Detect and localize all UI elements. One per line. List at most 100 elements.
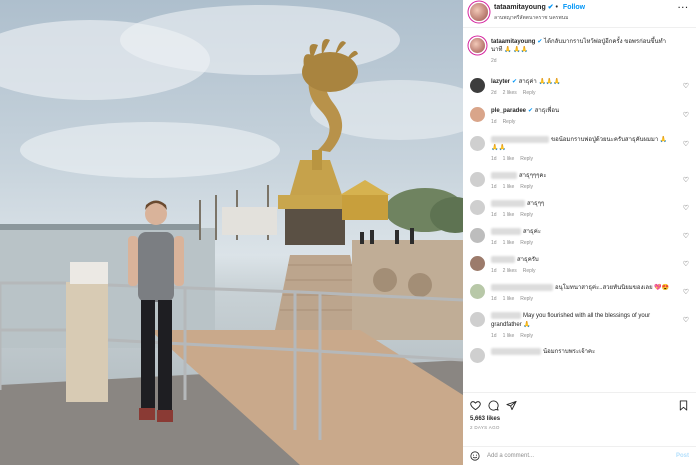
comment-likes[interactable]: 1 like bbox=[503, 156, 515, 162]
more-options-icon[interactable]: ··· bbox=[678, 3, 689, 12]
comment-text: น้อมกราบพระเจ้าคะ bbox=[543, 348, 596, 355]
bookmark-icon[interactable] bbox=[678, 399, 689, 411]
comment-avatar[interactable] bbox=[470, 172, 485, 188]
comment-avatar[interactable] bbox=[470, 312, 485, 328]
comment-item: สาธุครับ 1d 2 likes Reply ♡ bbox=[470, 256, 689, 275]
comment-like-icon[interactable]: ♡ bbox=[683, 260, 689, 268]
post-header: tataamitayoung ✔ • Follow ลานพญาศรีสัตตน… bbox=[463, 0, 696, 28]
reply-button[interactable]: Reply bbox=[520, 156, 533, 162]
comment-time: 1d bbox=[491, 296, 497, 303]
redacted-username bbox=[491, 172, 517, 180]
author-avatar[interactable] bbox=[470, 3, 488, 21]
caption-time: 2d bbox=[491, 58, 497, 64]
reply-button[interactable]: Reply bbox=[520, 184, 533, 190]
comment-text: อนุโมทนาสาธุค่ะ..สวยทันนิยมของเลย 💖😍 bbox=[555, 285, 670, 292]
comment-like-icon[interactable]: ♡ bbox=[683, 82, 689, 90]
reply-button[interactable]: Reply bbox=[520, 240, 533, 246]
comment-time: 2d bbox=[491, 90, 497, 96]
comment-likes[interactable]: 1 like bbox=[503, 240, 515, 246]
post-timestamp: 2 DAYS AGO bbox=[470, 425, 500, 430]
comment-item: ple_paradee ✔ สาธุเพื่อน 1d Reply ♡ bbox=[470, 107, 689, 126]
verified-badge-icon: ✔ bbox=[528, 108, 535, 114]
post-button[interactable]: Post bbox=[676, 453, 689, 459]
emoji-icon[interactable] bbox=[470, 451, 480, 461]
comment-likes[interactable]: 1 like bbox=[503, 184, 515, 190]
comment-like-icon[interactable]: ♡ bbox=[683, 140, 689, 148]
post-sidebar: tataamitayoung ✔ • Follow ลานพญาศรีสัตตน… bbox=[463, 0, 696, 465]
comment-avatar[interactable] bbox=[470, 78, 485, 93]
comment-item: สาธุๆๆๆคะ 1d 1 like Reply ♡ bbox=[470, 172, 689, 191]
comment-avatar[interactable] bbox=[470, 200, 485, 216]
comment-likes[interactable]: 1 like bbox=[503, 333, 515, 339]
comment-item: ขอน้อมกราบพ่อปู่ด้วยนะครับสาธุคับผมมา 🙏 … bbox=[470, 136, 689, 163]
comment-avatar[interactable] bbox=[470, 347, 485, 363]
comment-like-icon[interactable]: ♡ bbox=[683, 111, 689, 119]
caption-username[interactable]: tataamitayoung bbox=[491, 39, 535, 45]
reply-button[interactable]: Reply bbox=[503, 119, 516, 125]
comment-item: สาธุๆๆ 1d 1 like Reply ♡ bbox=[470, 200, 689, 219]
reply-button[interactable]: Reply bbox=[523, 90, 536, 96]
comment-avatar[interactable] bbox=[470, 284, 485, 300]
comment-item: น้อมกราบพระเจ้าคะ bbox=[470, 347, 689, 363]
comment-text: สาธุเพื่อน bbox=[534, 108, 560, 114]
comment-username[interactable]: ple_paradee bbox=[491, 108, 526, 114]
redacted-username bbox=[491, 284, 553, 292]
comment-avatar[interactable] bbox=[470, 228, 485, 244]
comment-time: 1d bbox=[491, 212, 497, 219]
comment-text: สาธุค่ะ bbox=[523, 229, 541, 236]
caption-avatar[interactable] bbox=[470, 38, 485, 53]
comment-item: lazyter ✔ สาธุค่า 🙏🙏🙏 2d 2 likes Reply ♡ bbox=[470, 78, 689, 97]
verified-badge-icon: ✔ bbox=[547, 4, 554, 11]
comment-time: 1d bbox=[491, 332, 497, 339]
redacted-username bbox=[491, 200, 525, 208]
comment-username[interactable]: lazyter bbox=[491, 79, 510, 85]
comment-like-icon[interactable]: ♡ bbox=[683, 316, 689, 324]
comment-likes[interactable]: 1 like bbox=[503, 212, 515, 218]
comment-item: สาธุค่ะ 1d 1 like Reply ♡ bbox=[470, 228, 689, 247]
reply-button[interactable]: Reply bbox=[520, 296, 533, 302]
location-link[interactable]: ลานพญาศรีสัตตนาคราช นครพนม bbox=[494, 14, 585, 23]
comment-like-icon[interactable]: ♡ bbox=[683, 288, 689, 296]
comment-time: 1d bbox=[491, 268, 497, 275]
verified-badge-icon: ✔ bbox=[512, 79, 519, 85]
comment-text: สาธุๆๆ bbox=[527, 201, 545, 208]
comment-time: 1d bbox=[491, 184, 497, 191]
follow-button[interactable]: Follow bbox=[563, 4, 585, 11]
comments-list[interactable]: tataamitayoung ✔ ได้กลับมากราบไหว้พ่อปู่อ… bbox=[463, 29, 696, 391]
add-comment-bar: Add a comment... Post bbox=[463, 446, 696, 465]
reply-button[interactable]: Reply bbox=[520, 333, 533, 339]
reply-button[interactable]: Reply bbox=[523, 268, 536, 274]
comment-item: อนุโมทนาสาธุค่ะ..สวยทันนิยมของเลย 💖😍 1d 1… bbox=[470, 284, 689, 303]
comment-like-icon[interactable]: ♡ bbox=[683, 176, 689, 184]
comment-like-icon[interactable]: ♡ bbox=[683, 232, 689, 240]
comment-time: 1d bbox=[491, 156, 497, 163]
share-icon[interactable] bbox=[506, 400, 517, 411]
post-photo[interactable] bbox=[0, 0, 463, 465]
likes-count[interactable]: 5,663 likes bbox=[470, 416, 689, 422]
comment-time: 1d bbox=[491, 119, 497, 125]
redacted-username bbox=[491, 312, 521, 320]
action-bar: 5,663 likes 2 DAYS AGO bbox=[463, 392, 696, 430]
redacted-username bbox=[491, 256, 515, 264]
redacted-username bbox=[491, 136, 549, 143]
author-username[interactable]: tataamitayoung bbox=[494, 4, 546, 11]
comment-avatar[interactable] bbox=[470, 136, 485, 151]
comment-avatar[interactable] bbox=[470, 256, 485, 272]
photo-scene bbox=[0, 5, 463, 465]
comment-avatar[interactable] bbox=[470, 107, 485, 122]
comment-input[interactable]: Add a comment... bbox=[487, 453, 534, 459]
comment-time: 1d bbox=[491, 240, 497, 247]
comment-likes[interactable]: 2 likes bbox=[503, 268, 517, 274]
comment-likes[interactable]: 2 likes bbox=[503, 90, 517, 96]
heart-icon[interactable] bbox=[470, 400, 481, 411]
comment-likes[interactable]: 1 like bbox=[503, 296, 515, 302]
caption: tataamitayoung ✔ ได้กลับมากราบไหว้พ่อปู่อ… bbox=[470, 38, 689, 65]
reply-button[interactable]: Reply bbox=[520, 212, 533, 218]
comment-item: May you flourished with all the blessing… bbox=[470, 312, 689, 339]
comment-like-icon[interactable]: ♡ bbox=[683, 204, 689, 212]
comment-text: สาธุๆๆๆคะ bbox=[519, 173, 547, 180]
redacted-username bbox=[491, 228, 521, 236]
comment-text: สาธุค่า 🙏🙏🙏 bbox=[518, 79, 561, 85]
comment-icon[interactable] bbox=[488, 400, 499, 411]
redacted-username bbox=[491, 347, 541, 355]
